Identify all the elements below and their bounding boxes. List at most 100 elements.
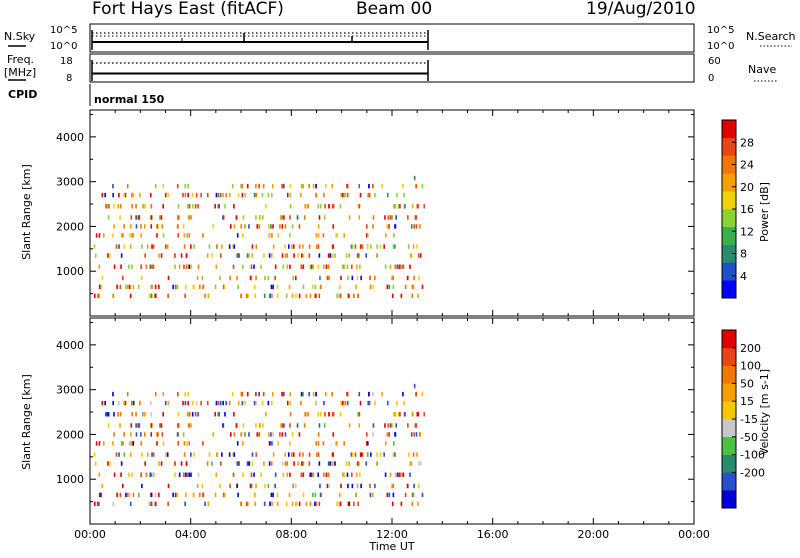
- power-point: [404, 204, 406, 209]
- velocity-point: [113, 472, 116, 477]
- power-point: [393, 233, 395, 238]
- power-point: [206, 192, 209, 198]
- velocity-point: [188, 472, 191, 477]
- velocity-point: [346, 400, 349, 406]
- power-colorbar: 4 8 12 16 20 24 28: [721, 119, 754, 299]
- power-point: [233, 244, 236, 249]
- power-point: [308, 253, 311, 258]
- power-point: [312, 264, 314, 269]
- velocity-point: [288, 492, 291, 498]
- power-point: [289, 215, 291, 220]
- power-point: [297, 253, 299, 258]
- velocity-point: [285, 501, 288, 507]
- power-point: [274, 275, 276, 281]
- power-point: [167, 293, 169, 299]
- power-point: [400, 293, 403, 299]
- power-point: [360, 275, 362, 281]
- power-point: [418, 224, 421, 229]
- power-point: [212, 224, 215, 229]
- power-point: [268, 253, 271, 258]
- velocity-point: [123, 400, 125, 406]
- velocity-point: [135, 412, 137, 417]
- power-point: [290, 244, 293, 249]
- velocity-point: [167, 483, 170, 489]
- power-point: [409, 264, 411, 269]
- power-point: [144, 253, 146, 258]
- velocity-point: [347, 501, 350, 507]
- power-point: [413, 224, 416, 229]
- velocity-point: [225, 400, 228, 406]
- power-point: [394, 244, 396, 249]
- velocity-point: [255, 400, 258, 406]
- power-point: [270, 253, 273, 258]
- velocity-point: [182, 400, 184, 406]
- date-title: 19/Aug/2010: [586, 0, 696, 19]
- power-point: [183, 264, 185, 269]
- power-point: [143, 224, 146, 229]
- y-tick-label: 2000: [56, 220, 84, 233]
- velocity-point: [180, 461, 183, 466]
- velocity-point: [372, 423, 375, 428]
- power-point: [251, 253, 254, 258]
- velocity-point: [268, 432, 270, 437]
- power-point: [285, 293, 288, 299]
- power-point: [141, 244, 143, 249]
- power-point: [112, 192, 114, 198]
- velocity-point: [177, 441, 180, 446]
- velocity-point: [93, 452, 96, 457]
- velocity-point: [231, 391, 234, 397]
- colorbar-swatch: [722, 347, 736, 366]
- velocity-point: [368, 400, 371, 406]
- velocity-point: [284, 461, 287, 466]
- velocity-point: [402, 472, 405, 477]
- colorbar-swatch: [722, 226, 736, 245]
- power-point: [184, 293, 186, 299]
- velocity-point: [307, 412, 309, 417]
- velocity-point: [384, 472, 387, 477]
- power-point: [215, 264, 218, 269]
- power-point: [132, 192, 135, 198]
- velocity-point: [289, 423, 291, 428]
- power-point: [214, 204, 216, 209]
- power-point: [236, 233, 239, 238]
- power-point: [117, 204, 120, 209]
- power-point: [421, 183, 424, 189]
- velocity-point: [358, 423, 361, 428]
- power-ylabel: Slant Range [km]: [20, 164, 33, 260]
- figure: Fort Hays East (fitACF) Beam 00 19/Aug/2…: [4, 0, 796, 553]
- power-point: [242, 233, 244, 238]
- power-point: [236, 253, 239, 258]
- velocity-point: [223, 492, 226, 498]
- velocity-point: [309, 501, 312, 507]
- plot-frame: [89, 109, 695, 317]
- velocity-point: [215, 400, 218, 406]
- power-point: [320, 284, 322, 290]
- power-point: [394, 204, 397, 209]
- velocity-point: [274, 483, 276, 489]
- power-point: [188, 264, 191, 269]
- velocity-point: [261, 423, 264, 428]
- power-point: [404, 284, 407, 290]
- velocity-point: [246, 461, 249, 466]
- velocity-point: [309, 472, 312, 477]
- power-point: [374, 192, 376, 198]
- power-point: [302, 183, 304, 189]
- velocity-point: [268, 461, 271, 466]
- velocity-point: [214, 412, 216, 417]
- power-point: [98, 264, 101, 269]
- velocity-point: [191, 400, 194, 406]
- power-point: [286, 253, 289, 258]
- velocity-point: [320, 492, 322, 498]
- velocity-point: [279, 432, 281, 437]
- power-point: [317, 204, 320, 209]
- power-point: [376, 253, 378, 258]
- power-point: [150, 284, 152, 290]
- power-point: [295, 293, 297, 299]
- power-point: [233, 224, 236, 229]
- velocity-point: [308, 452, 311, 457]
- power-point: [376, 244, 379, 249]
- velocity-point: [109, 461, 111, 466]
- velocity-point: [327, 461, 330, 466]
- power-point: [255, 275, 257, 281]
- velocity-point: [291, 432, 294, 437]
